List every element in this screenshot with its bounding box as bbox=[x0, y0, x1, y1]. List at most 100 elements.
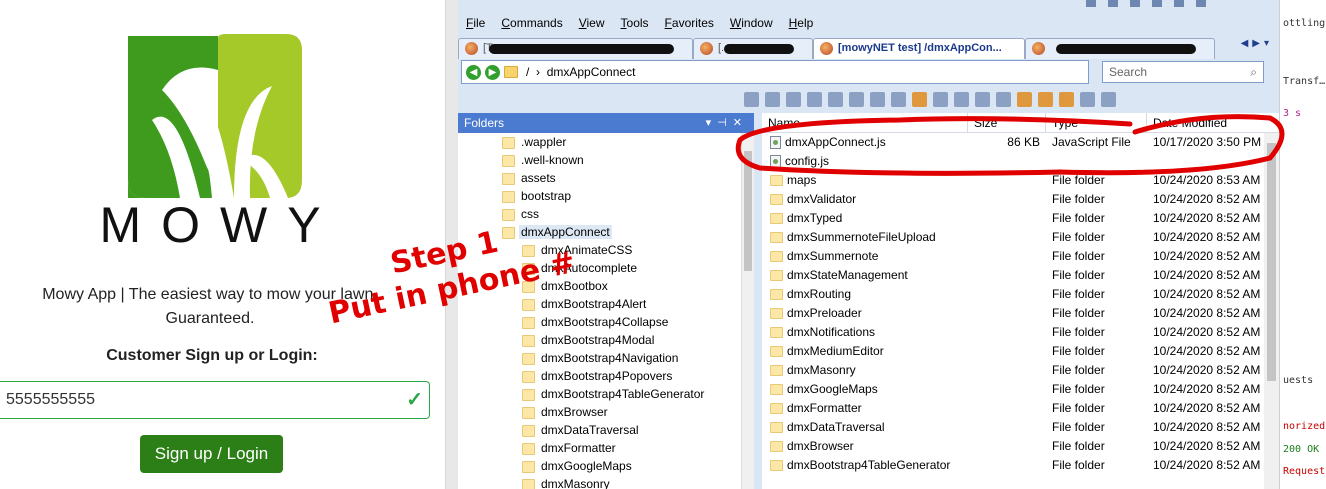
redaction-mark bbox=[489, 44, 674, 54]
search-input[interactable]: Search ⌕ bbox=[1102, 61, 1264, 83]
file-date: 10/24/2020 8:52 AM bbox=[1153, 230, 1261, 244]
menu-item[interactable]: Tools bbox=[613, 13, 657, 33]
file-row[interactable]: dmxValidator File folder 10/24/2020 8:52 A… bbox=[762, 190, 1279, 209]
list-scrollbar[interactable] bbox=[1264, 133, 1279, 489]
toolbar-icon[interactable] bbox=[1086, 0, 1096, 7]
stop-icon[interactable] bbox=[786, 91, 801, 107]
tree-item[interactable]: dmxBootstrap4Popovers bbox=[458, 367, 741, 385]
file-date bbox=[1147, 152, 1265, 171]
tree-item[interactable]: assets bbox=[458, 169, 741, 187]
file-row[interactable]: dmxBootstrap4TableGenerator File folder 10… bbox=[762, 456, 1279, 475]
toolbar-icon[interactable] bbox=[870, 91, 885, 107]
file-row[interactable]: dmxAppConnect.js 86 KB JavaScript File 10/1… bbox=[762, 133, 1279, 152]
file-name: dmxPreloader bbox=[787, 306, 862, 320]
tree-item[interactable]: dmxBootstrap4Collapse bbox=[458, 313, 741, 331]
menu-item[interactable]: Help bbox=[781, 13, 822, 33]
tab-nav-arrows-icon[interactable]: ◀▶▾ bbox=[1241, 38, 1273, 49]
file-row[interactable]: config.js bbox=[762, 152, 1279, 171]
tree-item[interactable]: dmxBootstrap4Alert bbox=[458, 295, 741, 313]
copy-icon[interactable] bbox=[975, 91, 990, 107]
column-size[interactable]: Size bbox=[968, 113, 1046, 132]
search-placeholder: Search bbox=[1109, 65, 1148, 79]
toolbar-icon[interactable] bbox=[1152, 0, 1162, 7]
new-folder-icon[interactable] bbox=[912, 91, 927, 107]
tree-item[interactable]: .well-known bbox=[458, 151, 741, 169]
tree-item[interactable]: .wappler bbox=[458, 133, 741, 151]
toolbar-icon[interactable] bbox=[807, 91, 822, 107]
folder-icon bbox=[522, 298, 535, 311]
file-row[interactable]: dmxSummernote File folder 10/24/2020 8:52 … bbox=[762, 247, 1279, 266]
toolbar-icon[interactable] bbox=[1108, 0, 1118, 7]
file-row[interactable]: dmxSummernoteFileUpload File folder 10/24/… bbox=[762, 228, 1279, 247]
view-icon[interactable] bbox=[1101, 91, 1116, 107]
file-name: dmxValidator bbox=[787, 192, 857, 206]
pane-controls-icon[interactable]: ▾⊣✕ bbox=[706, 113, 748, 133]
session-tab[interactable]: [T... bbox=[458, 38, 693, 59]
toolbar-icon[interactable] bbox=[744, 91, 759, 107]
phone-input[interactable]: 5555555555 ✓ bbox=[0, 381, 430, 419]
file-row[interactable]: dmxStateManagement File folder 10/24/2020 … bbox=[762, 266, 1279, 285]
tree-item[interactable]: dmxFormatter bbox=[458, 439, 741, 457]
session-tab[interactable]: [mowyNET test] /dmxAppCon... bbox=[813, 38, 1025, 59]
address-bar[interactable]: ◀ ▶ / › dmxAppConnect bbox=[461, 60, 1089, 84]
file-row[interactable]: dmxPreloader File folder 10/24/2020 8:52 A… bbox=[762, 304, 1279, 323]
session-tab[interactable] bbox=[1025, 38, 1215, 59]
tree-item[interactable]: bootstrap bbox=[458, 187, 741, 205]
file-row[interactable]: dmxNotifications File folder 10/24/2020 8:… bbox=[762, 323, 1279, 342]
delete-icon[interactable] bbox=[891, 91, 906, 107]
tree-item[interactable]: dmxMasonry bbox=[458, 475, 741, 489]
session-tab[interactable]: [... bbox=[693, 38, 813, 59]
folder-icon bbox=[770, 327, 783, 338]
file-row[interactable]: dmxTyped File folder 10/24/2020 8:52 AM bbox=[762, 209, 1279, 228]
menu-item[interactable]: View bbox=[571, 13, 613, 33]
menu-item[interactable]: Favorites bbox=[657, 13, 722, 33]
tree-scrollbar-thumb[interactable] bbox=[744, 151, 752, 271]
back-icon[interactable]: ◀ bbox=[466, 64, 481, 80]
file-row[interactable]: dmxMasonry File folder 10/24/2020 8:52 AM bbox=[762, 361, 1279, 380]
column-date[interactable]: Date Modified bbox=[1147, 113, 1265, 132]
menu-item[interactable]: File bbox=[458, 13, 493, 33]
tree-item[interactable]: dmxBootstrap4Modal bbox=[458, 331, 741, 349]
toolbar-icon[interactable] bbox=[1130, 0, 1140, 7]
file-row[interactable]: dmxBrowser File folder 10/24/2020 8:52 AM bbox=[762, 437, 1279, 456]
file-row[interactable]: dmxRouting File folder 10/24/2020 8:52 AM bbox=[762, 285, 1279, 304]
menu-item[interactable]: Window bbox=[722, 13, 781, 33]
tree-item[interactable]: dmxBrowser bbox=[458, 403, 741, 421]
file-row[interactable]: dmxDataTraversal File folder 10/24/2020 8:… bbox=[762, 418, 1279, 437]
toolbar-icon[interactable] bbox=[933, 91, 948, 107]
tree-item[interactable]: css bbox=[458, 205, 741, 223]
file-row[interactable]: dmxGoogleMaps File folder 10/24/2020 8:52 … bbox=[762, 380, 1279, 399]
folder-icon bbox=[770, 441, 783, 452]
pasv-icon[interactable] bbox=[1038, 91, 1053, 107]
tree-item[interactable]: dmxGoogleMaps bbox=[458, 457, 741, 475]
bookmark-icon[interactable] bbox=[1059, 91, 1074, 107]
menu-item[interactable]: Commands bbox=[493, 13, 570, 33]
file-row[interactable]: maps File folder 10/24/2020 8:53 AM bbox=[762, 171, 1279, 190]
paste-icon[interactable] bbox=[996, 91, 1011, 107]
file-row[interactable]: dmxFormatter File folder 10/24/2020 8:52 A… bbox=[762, 399, 1279, 418]
tree-item[interactable]: dmxBootstrap4TableGenerator bbox=[458, 385, 741, 403]
list-scrollbar-thumb[interactable] bbox=[1267, 143, 1276, 381]
session-tabs: [T...[... [mowyNET test] /dmxAppCon... bbox=[458, 38, 1279, 59]
folder-icon bbox=[504, 66, 518, 78]
file-row[interactable]: dmxMediumEditor File folder 10/24/2020 8:5… bbox=[762, 342, 1279, 361]
tree-scrollbar[interactable] bbox=[741, 133, 754, 489]
toolbar-icon[interactable] bbox=[1196, 0, 1206, 7]
toolbar-icon[interactable] bbox=[1080, 91, 1095, 107]
tree-item[interactable]: dmxBootstrap4Navigation bbox=[458, 349, 741, 367]
column-type[interactable]: Type bbox=[1046, 113, 1147, 132]
toolbar-icon[interactable] bbox=[828, 91, 843, 107]
column-name[interactable]: Name bbox=[762, 113, 968, 132]
file-name: dmxBootstrap4TableGenerator bbox=[787, 458, 951, 472]
refresh-icon[interactable] bbox=[765, 91, 780, 107]
tree-item[interactable]: dmxDataTraversal bbox=[458, 421, 741, 439]
file-size bbox=[968, 171, 1046, 190]
auto-mode-icon[interactable] bbox=[1017, 91, 1032, 107]
checkmark-icon: ✓ bbox=[406, 389, 423, 411]
forward-icon[interactable]: ▶ bbox=[485, 64, 500, 80]
file-type bbox=[1046, 152, 1147, 171]
toolbar-icon[interactable] bbox=[849, 91, 864, 107]
toolbar-icon[interactable] bbox=[1174, 0, 1184, 7]
cut-icon[interactable] bbox=[954, 91, 969, 107]
signup-login-button[interactable]: Sign up / Login bbox=[140, 435, 283, 473]
